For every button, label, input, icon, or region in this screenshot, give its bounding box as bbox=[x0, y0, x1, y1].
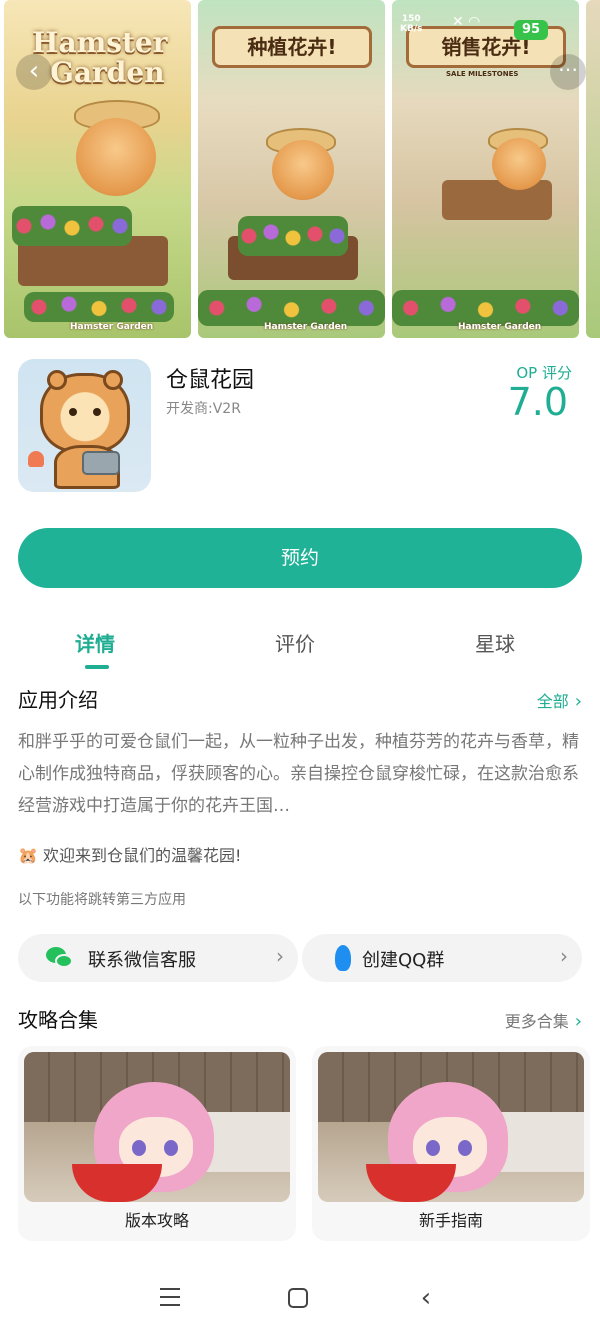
third-party-note: 以下功能将跳转第三方应用 bbox=[18, 892, 186, 908]
sub-banner: SALE MILESTONES bbox=[446, 70, 519, 78]
tab-planet[interactable]: 星球 bbox=[475, 628, 515, 657]
flowers-illustration bbox=[238, 216, 348, 256]
intro-all-link[interactable]: 全部 › bbox=[537, 688, 582, 712]
guide-thumbnail bbox=[318, 1052, 584, 1202]
wechat-service-button[interactable]: 联系微信客服 › bbox=[18, 934, 298, 982]
chevron-right-icon: › bbox=[276, 944, 284, 968]
mini-logo: Hamster Garden bbox=[458, 322, 542, 332]
flowers-illustration bbox=[392, 290, 579, 326]
signal-wifi-icon: ✕ ◠ bbox=[452, 14, 481, 30]
qq-icon bbox=[330, 945, 358, 971]
reserve-button[interactable]: 预约 bbox=[18, 528, 582, 588]
tab-indicator bbox=[85, 665, 109, 669]
back-button[interactable]: ‹ bbox=[16, 54, 52, 90]
mini-logo: Hamster Garden bbox=[264, 322, 348, 332]
guides-title: 攻略合集 bbox=[18, 1008, 98, 1032]
more-guides-link[interactable]: 更多合集 › bbox=[505, 1008, 582, 1032]
game-logo: Hamster Garden bbox=[32, 26, 168, 89]
chevron-right-icon: › bbox=[574, 1011, 582, 1032]
chevron-right-icon: › bbox=[560, 944, 568, 968]
chevron-right-icon: › bbox=[574, 691, 582, 712]
guide-card-label: 新手指南 bbox=[418, 1211, 483, 1230]
banner: 种植花卉! bbox=[212, 26, 372, 68]
guide-card-beginner[interactable]: 新手指南 bbox=[312, 1046, 590, 1241]
screenshot-1[interactable]: Hamster Garden Hamster Garden bbox=[4, 0, 191, 338]
screenshot-3[interactable]: 销售花卉! SALE MILESTONES Hamster Garden bbox=[392, 0, 579, 338]
wechat-icon bbox=[46, 945, 74, 971]
intro-text: 和胖乎乎的可爱仓鼠们一起，从一粒种子出发，种植芬芳的花卉与香草，精心制作成独特商… bbox=[18, 732, 579, 816]
network-speed: 150 KB/s bbox=[400, 14, 423, 34]
back-nav-button[interactable]: ‹ bbox=[406, 1282, 446, 1314]
app-icon bbox=[18, 359, 151, 492]
tab-reviews[interactable]: 评价 bbox=[275, 628, 315, 657]
system-nav-bar: ‹ bbox=[0, 1268, 600, 1333]
counter-illustration bbox=[442, 180, 552, 220]
score-value: 7.0 bbox=[507, 380, 568, 424]
tab-details[interactable]: 详情 bbox=[75, 628, 115, 657]
guide-card-version[interactable]: 版本攻略 bbox=[18, 1046, 296, 1241]
hamster-face-icon bbox=[40, 370, 130, 453]
intro-title: 应用介绍 bbox=[18, 688, 98, 712]
home-button[interactable] bbox=[278, 1282, 318, 1314]
flowers-illustration bbox=[24, 292, 174, 322]
tulip-icon bbox=[28, 451, 44, 467]
flowers-illustration bbox=[198, 290, 385, 326]
developer-name: 开发商:V2R bbox=[166, 401, 241, 417]
screenshot-2[interactable]: 种植花卉! Hamster Garden bbox=[198, 0, 385, 338]
create-qq-group-button[interactable]: 创建QQ群 › bbox=[302, 934, 582, 982]
screenshot-gallery[interactable]: Hamster Garden Hamster Garden 种植花卉! Hams… bbox=[0, 0, 600, 340]
more-options-button[interactable]: ⋯ bbox=[550, 54, 586, 90]
flowers-illustration bbox=[12, 206, 132, 246]
app-name: 仓鼠花园 bbox=[166, 368, 255, 393]
hamster-illustration bbox=[492, 138, 546, 190]
battery-icon: 95 bbox=[514, 20, 548, 40]
mini-logo: Hamster Garden bbox=[70, 322, 154, 332]
guide-thumbnail bbox=[24, 1052, 290, 1202]
welcome-text: 🐹 欢迎来到仓鼠们的温馨花园! bbox=[18, 846, 242, 865]
hamster-illustration bbox=[272, 140, 334, 200]
screenshot-4-peek[interactable] bbox=[586, 0, 600, 338]
hamster-illustration bbox=[76, 118, 156, 196]
guide-card-label: 版本攻略 bbox=[124, 1211, 189, 1230]
watering-can-icon bbox=[82, 451, 120, 475]
menu-icon[interactable] bbox=[150, 1282, 190, 1314]
